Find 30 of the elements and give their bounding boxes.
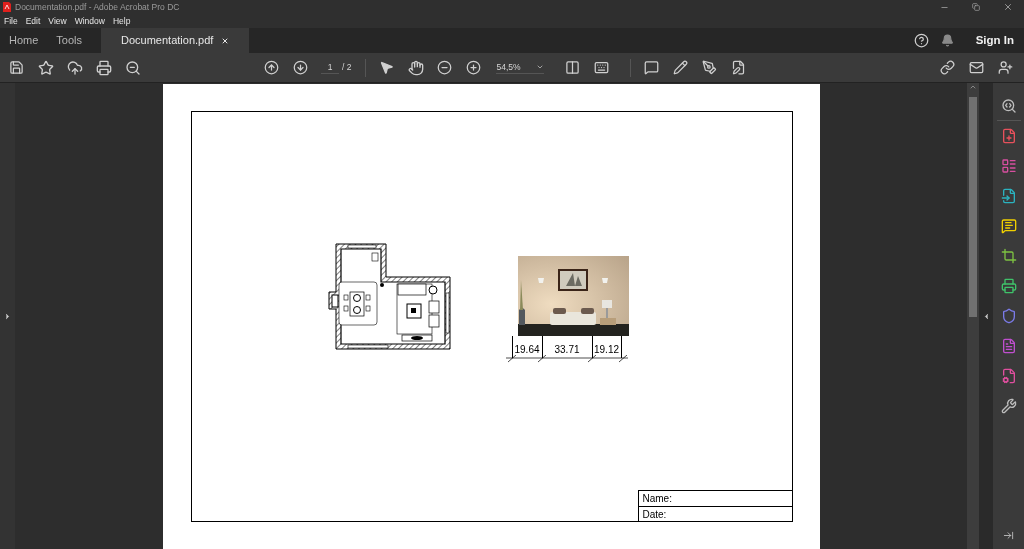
menu-item[interactable]: Help <box>112 14 131 28</box>
sign-in-button[interactable]: Sign In <box>971 31 1018 50</box>
page-number-field[interactable]: 1 <box>321 60 339 75</box>
zoom-field[interactable]: 54,5% <box>496 60 545 75</box>
restore-icon[interactable] <box>972 3 980 11</box>
tab[interactable]: Tools <box>47 28 92 53</box>
scrollbar-thumb[interactable] <box>969 97 977 317</box>
pdf-file-icon <box>3 2 11 12</box>
title-block-field: Name: <box>638 491 792 506</box>
close-icon[interactable] <box>1003 2 1013 12</box>
scroll-up-icon[interactable] <box>969 83 977 91</box>
expand-panel-icon[interactable] <box>3 311 12 321</box>
close-tab-icon[interactable] <box>221 36 230 45</box>
menu-item[interactable]: Edit <box>25 14 41 28</box>
menu-item[interactable]: Window <box>74 14 105 28</box>
tab[interactable]: Home <box>0 28 48 53</box>
menu-item[interactable]: View <box>48 14 67 28</box>
help-icon[interactable] <box>913 33 929 48</box>
bell-icon[interactable] <box>940 34 954 47</box>
tab[interactable]: Documentation.pdf <box>101 28 250 53</box>
dimension-label: 33.71 <box>541 336 592 358</box>
menu-item[interactable]: File <box>4 14 18 28</box>
dimension-label: 19.64 <box>511 336 542 358</box>
caret-icon[interactable] <box>536 63 545 71</box>
page-total: / 2 <box>342 61 352 74</box>
collapse-right-icon[interactable] <box>1003 530 1014 541</box>
title-block-field: Date: <box>638 506 792 521</box>
dimension-label: 19.12 <box>591 336 622 358</box>
scrollbar[interactable] <box>967 83 979 549</box>
window-title: Documentation.pdf - Adobe Acrobat Pro DC <box>15 0 180 14</box>
